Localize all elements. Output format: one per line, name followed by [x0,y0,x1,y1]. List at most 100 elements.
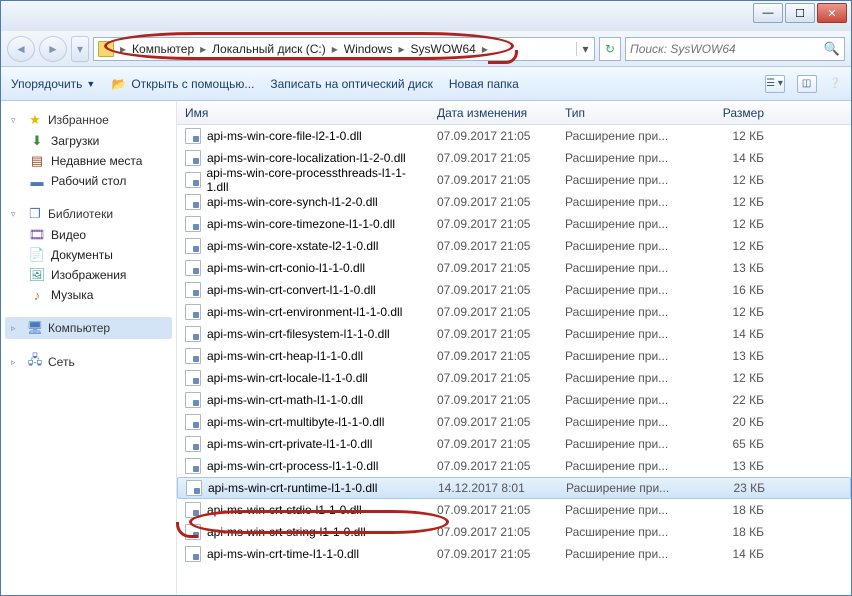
file-name: api-ms-win-crt-stdio-l1-1-0.dll [207,503,362,517]
file-row[interactable]: api-ms-win-crt-time-l1-1-0.dll07.09.2017… [177,543,851,565]
computer-icon: 🖥 [27,320,43,336]
file-size: 13 КБ [689,459,773,473]
burn-button[interactable]: Записать на оптический диск [270,77,433,91]
file-list: Имя Дата изменения Тип Размер api-ms-win… [177,101,851,595]
minimize-button[interactable]: ― [753,3,783,23]
file-row[interactable]: api-ms-win-crt-math-l1-1-0.dll07.09.2017… [177,389,851,411]
view-options-button[interactable]: ☰ ▾ [765,75,785,93]
file-type: Расширение при... [557,415,689,429]
file-row[interactable]: api-ms-win-crt-environment-l1-1-0.dll 07.… [177,301,851,323]
file-row[interactable]: api-ms-win-crt-stdio-l1-1-0.dll07.09.201… [177,499,851,521]
sidebar-libraries[interactable]: ▿❐Библиотеки [5,203,172,225]
document-icon: 📄 [29,247,45,263]
file-type: Расширение при... [557,349,689,363]
file-row[interactable]: api-ms-win-core-processthreads-l1-1-1.dl… [177,169,851,191]
file-type: Расширение при... [557,283,689,297]
back-button[interactable]: ◄ [7,36,35,62]
sidebar-downloads[interactable]: ⬇Загрузки [5,131,172,151]
file-row[interactable]: api-ms-win-crt-process-l1-1-0.dll07.09.2… [177,455,851,477]
file-row[interactable]: api-ms-win-crt-locale-l1-1-0.dll07.09.20… [177,367,851,389]
dll-file-icon [185,458,201,474]
recent-icon: ▤ [29,153,45,169]
file-type: Расширение при... [557,437,689,451]
file-row[interactable]: api-ms-win-crt-convert-l1-1-0.dll 07.09.2… [177,279,851,301]
file-type: Расширение при... [558,481,690,495]
dll-file-icon [185,348,201,364]
file-date: 07.09.2017 21:05 [429,173,557,187]
file-type: Расширение при... [557,151,689,165]
dll-file-icon [185,128,201,144]
file-rows: api-ms-win-core-file-l2-1-0.dll 07.09.201… [177,125,851,595]
file-date: 07.09.2017 21:05 [429,393,557,407]
file-name: api-ms-win-core-file-l2-1-0.dll [207,129,362,143]
file-row[interactable]: api-ms-win-crt-heap-l1-1-0.dll07.09.2017… [177,345,851,367]
forward-button[interactable]: ► [39,36,67,62]
breadcrumb-item[interactable]: Локальный диск (C:) [208,42,330,56]
close-button[interactable]: ✕ [817,3,847,23]
preview-pane-button[interactable]: ◫ [797,75,817,93]
file-name: api-ms-win-crt-time-l1-1-0.dll [207,547,359,561]
sidebar-video[interactable]: 🎞Видео [5,225,172,245]
help-button[interactable]: ❔ [829,75,841,93]
maximize-button[interactable]: ☐ [785,3,815,23]
chevron-right-icon: ▸ [396,42,406,56]
file-row[interactable]: api-ms-win-core-file-l2-1-0.dll 07.09.201… [177,125,851,147]
sidebar-documents[interactable]: 📄Документы [5,245,172,265]
file-size: 16 КБ [689,283,773,297]
organize-menu[interactable]: Упорядочить ▼ [11,77,95,91]
dll-file-icon [185,216,201,232]
dll-file-icon [185,304,201,320]
file-row[interactable]: api-ms-win-crt-runtime-l1-1-0.dll14.12.2… [177,477,851,499]
sidebar-computer[interactable]: ▹🖥Компьютер [5,317,172,339]
file-date: 07.09.2017 21:05 [429,327,557,341]
file-row[interactable]: api-ms-win-crt-private-l1-1-0.dll07.09.2… [177,433,851,455]
search-input[interactable] [630,42,824,56]
collapse-icon: ▿ [11,209,22,220]
breadcrumb[interactable]: ▸ Компьютер ▸ Локальный диск (C:) ▸ Wind… [93,37,595,61]
file-size: 12 КБ [689,173,773,187]
file-date: 07.09.2017 21:05 [429,283,557,297]
dll-file-icon [185,282,201,298]
file-size: 12 КБ [689,195,773,209]
file-date: 07.09.2017 21:05 [429,305,557,319]
search-icon[interactable]: 🔍 [824,41,840,57]
open-with-button[interactable]: 📂Открыть с помощью... [111,76,254,92]
sidebar-pictures[interactable]: 🖼Изображения [5,265,172,285]
search-box[interactable]: 🔍 [625,37,845,61]
breadcrumb-item[interactable]: SysWOW64 [406,42,479,56]
history-dropdown[interactable]: ▾ [71,36,89,62]
file-row[interactable]: api-ms-win-core-synch-l1-2-0.dll07.09.20… [177,191,851,213]
dll-file-icon [185,150,201,166]
file-date: 07.09.2017 21:05 [429,195,557,209]
file-row[interactable]: api-ms-win-crt-multibyte-l1-1-0.dll 07.09… [177,411,851,433]
file-row[interactable]: api-ms-win-crt-conio-l1-1-0.dll07.09.201… [177,257,851,279]
file-row[interactable]: api-ms-win-core-xstate-l2-1-0.dll07.09.2… [177,235,851,257]
column-type[interactable]: Тип [557,106,689,120]
breadcrumb-item[interactable]: Компьютер [128,42,198,56]
sidebar-recent[interactable]: ▤Недавние места [5,151,172,171]
file-date: 07.09.2017 21:05 [429,129,557,143]
file-date: 07.09.2017 21:05 [429,415,557,429]
file-name: api-ms-win-crt-convert-l1-1-0.dll [207,283,376,297]
file-row[interactable]: api-ms-win-crt-string-l1-1-0.dll07.09.20… [177,521,851,543]
column-size[interactable]: Размер [689,106,773,120]
new-folder-button[interactable]: Новая папка [449,77,519,91]
refresh-button[interactable]: ↻ [599,37,621,61]
sidebar-network[interactable]: ▹🖧Сеть [5,351,172,373]
column-date[interactable]: Дата изменения [429,106,557,120]
sidebar-favorites[interactable]: ▿★Избранное [5,109,172,131]
file-row[interactable]: api-ms-win-core-timezone-l1-1-0.dll 07.09… [177,213,851,235]
file-date: 07.09.2017 21:05 [429,217,557,231]
breadcrumb-item[interactable]: Windows [340,42,397,56]
sidebar-music[interactable]: ♪Музыка [5,285,172,305]
breadcrumb-dropdown[interactable]: ▾ [576,42,594,56]
file-date: 07.09.2017 21:05 [429,437,557,451]
column-name[interactable]: Имя [177,106,429,120]
file-row[interactable]: api-ms-win-crt-filesystem-l1-1-0.dll07.0… [177,323,851,345]
file-type: Расширение при... [557,393,689,407]
sidebar-desktop[interactable]: ▬Рабочий стол [5,171,172,191]
file-name: api-ms-win-crt-environment-l1-1-0.dll [207,305,402,319]
file-type: Расширение при... [557,459,689,473]
file-name: api-ms-win-crt-multibyte-l1-1-0.dll [207,415,384,429]
file-name: api-ms-win-core-timezone-l1-1-0.dll [207,217,395,231]
